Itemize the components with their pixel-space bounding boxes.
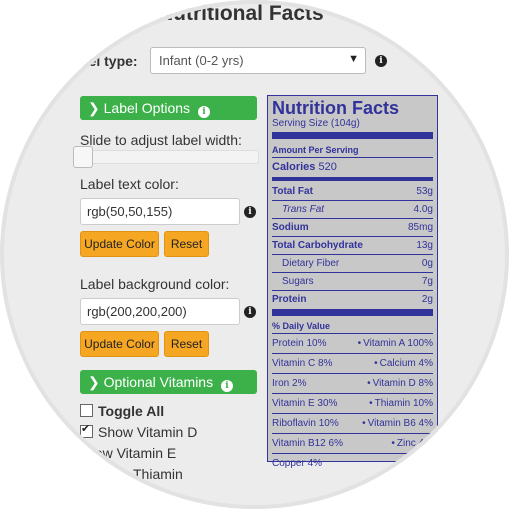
nutrient-label: Total Carbohydrate (272, 240, 363, 251)
bullet: • (367, 378, 371, 389)
nutrient-row-sodium: Sodium 85mg (272, 218, 433, 236)
vitamin-row: Vitamin B12 6% • Zinc 4% (272, 433, 433, 453)
bullet: • (357, 338, 362, 349)
nutrient-row-total-fat: Total Fat 53g (272, 183, 433, 200)
checkbox-checked-icon[interactable] (80, 422, 93, 438)
optional-vitamins-header: Optional Vitamins (103, 374, 214, 390)
nutrient-row-total-carbohydrate: Total Carbohydrate 13g (272, 236, 433, 254)
nutrient-row-sugars: Sugars 7g (272, 272, 433, 290)
vitamin-row: Copper 4% (272, 453, 433, 473)
serving-size: Serving Size (104g) (272, 118, 360, 129)
vitamin-row: Protein 10% • Vitamin A 100% (272, 333, 433, 353)
calories-label: Calories (272, 161, 316, 173)
vitamin-right: Calcium 4% (379, 358, 433, 369)
vitamin-left: Riboflavin 10% (272, 418, 339, 429)
info-icon[interactable]: i (220, 380, 233, 392)
vitamin-right: Zinc 4% (396, 438, 433, 449)
update-bg-color-button[interactable]: Update Color (80, 331, 159, 357)
nutrient-label: Protein (272, 294, 307, 305)
nutrient-label: Trans Fat (282, 204, 325, 215)
nutrient-row-trans-fat: Trans Fat 4.0g (272, 200, 433, 218)
checkbox-label: Thiamin (133, 466, 183, 482)
calories-row: Calories 520 (272, 157, 433, 175)
vitamin-left: Iron 2% (272, 378, 307, 389)
vitamin-left: Protein 10% (272, 338, 327, 349)
nutrient-value: 13g (416, 240, 433, 251)
page-title: Nutritional Facts (158, 2, 324, 25)
label-type-selected: Infant (0-2 yrs) (159, 53, 244, 68)
nutrient-value: 85mg (407, 222, 433, 233)
info-icon[interactable]: i (244, 206, 256, 218)
divider (272, 132, 433, 139)
vitamin-row: Iron 2% • Vitamin D 8% (272, 373, 433, 393)
info-icon[interactable]: i (375, 55, 387, 67)
vitamin-right: Vitamin A 100% (363, 338, 433, 349)
slider-handle[interactable] (73, 146, 93, 168)
divider (272, 177, 433, 181)
checkbox-icon[interactable] (80, 404, 93, 417)
show-vitamin-e-checkbox[interactable]: how Vitamin E (87, 445, 176, 461)
info-icon[interactable]: i (244, 306, 256, 318)
circular-viewport: Nutritional Facts bel type: Infant (0-2 … (0, 0, 509, 509)
nutrient-value: 0g (421, 258, 433, 269)
nutrition-facts-label: Nutrition Facts Serving Size (104g) Amou… (267, 95, 438, 469)
divider (272, 309, 433, 316)
nutrient-value: 53g (416, 186, 433, 197)
checkbox-label: Show Vitamin D (98, 424, 198, 440)
checkbox-label: how Vitamin E (87, 445, 177, 461)
label-options-header: Label Options (103, 100, 191, 116)
nutrient-label: Total Fat (272, 186, 313, 197)
page: Nutritional Facts bel type: Infant (0-2 … (0, 0, 509, 509)
label-width-slider[interactable] (73, 146, 259, 168)
bullet: • (369, 398, 373, 409)
vitamin-right: Vitamin B6 4% (367, 418, 433, 429)
info-icon[interactable]: i (197, 106, 210, 118)
nutrient-row-dietary-fiber: Dietary Fiber 0g (272, 254, 433, 272)
nutrient-label: Sodium (272, 222, 309, 233)
show-thiamin-checkbox[interactable]: Thiamin (133, 466, 183, 482)
show-vitamin-d-checkbox[interactable]: Show Vitamin D (80, 422, 198, 440)
label-type-label: bel type: (80, 53, 138, 69)
chevron-down-icon: ❯ (88, 100, 100, 116)
nutrient-value: 7g (421, 276, 433, 287)
vitamin-right: Vitamin D 8% (372, 378, 433, 389)
nutrient-row-protein: Protein 2g (272, 290, 433, 308)
reset-text-color-button[interactable]: Reset (164, 231, 209, 257)
nutrient-label: Sugars (282, 276, 314, 287)
nutrient-label: Dietary Fiber (282, 258, 340, 269)
vitamin-left: Copper 4% (272, 458, 323, 469)
calories-value: 520 (318, 161, 337, 173)
nutrient-value: 4.0g (413, 204, 433, 215)
daily-value-header: % Daily Value (272, 321, 331, 331)
slider-label: Slide to adjust label width: (80, 132, 242, 148)
optional-vitamins-toggle[interactable]: ❯ Optional Vitamins i (80, 370, 257, 394)
vitamin-left: Vitamin B12 6% (272, 438, 343, 449)
vitamin-left: Vitamin E 30% (272, 398, 338, 409)
vitamin-row: Vitamin C 8% • Calcium 4% (272, 353, 433, 373)
bullet: • (391, 438, 395, 449)
bg-color-label: Label background color: (80, 276, 230, 292)
bullet: • (362, 418, 366, 429)
vitamin-right: Thiamin 10% (374, 398, 433, 409)
dropdown-arrow-icon: ▼ (348, 53, 359, 65)
text-color-input[interactable]: rgb(50,50,155) (80, 198, 240, 225)
chevron-down-icon: ❯ (88, 374, 100, 390)
amount-per-serving: Amount Per Serving (272, 145, 359, 155)
vitamin-row: Riboflavin 10% • Vitamin B6 4% (272, 413, 433, 433)
label-type-select[interactable]: Infant (0-2 yrs) ▼ (150, 47, 366, 74)
label-options-toggle[interactable]: ❯ Label Options i (80, 96, 257, 120)
update-text-color-button[interactable]: Update Color (80, 231, 159, 257)
bullet: • (374, 358, 378, 369)
vitamin-left: Vitamin C 8% (272, 358, 333, 369)
nutrition-title: Nutrition Facts (272, 98, 400, 118)
text-color-label: Label text color: (80, 176, 179, 192)
checkbox-label: Toggle All (98, 403, 165, 419)
reset-bg-color-button[interactable]: Reset (164, 331, 209, 357)
toggle-all-checkbox[interactable]: Toggle All (80, 403, 164, 419)
vitamin-row: Vitamin E 30% • Thiamin 10% (272, 393, 433, 413)
nutrient-value: 2g (421, 294, 433, 305)
bg-color-input[interactable]: rgb(200,200,200) (80, 298, 240, 325)
